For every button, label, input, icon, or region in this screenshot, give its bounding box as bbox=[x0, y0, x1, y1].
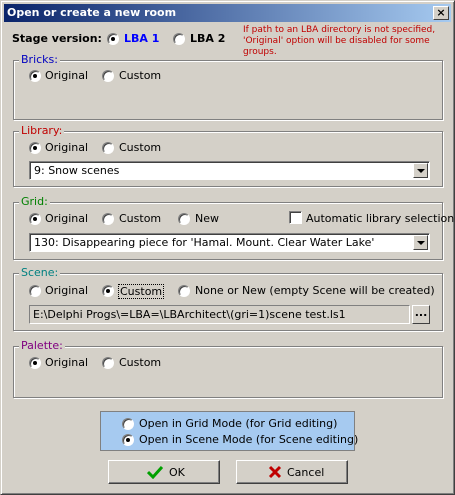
library-group-label: Library: bbox=[19, 124, 65, 137]
stage-lba1-radio[interactable] bbox=[107, 33, 119, 45]
palette-group: Palette: bbox=[13, 339, 443, 398]
stage-note: If path to an LBA directory is not speci… bbox=[243, 25, 436, 57]
palette-custom-radio[interactable] bbox=[102, 357, 114, 369]
grid-new-label[interactable]: New bbox=[195, 212, 219, 225]
mode-scene-radio[interactable] bbox=[122, 434, 134, 446]
bricks-custom-label[interactable]: Custom bbox=[119, 69, 161, 82]
bricks-original-label[interactable]: Original bbox=[45, 69, 88, 82]
stage-version-label: Stage version: bbox=[12, 32, 102, 45]
close-icon[interactable]: × bbox=[433, 6, 449, 20]
stage-lba1-label[interactable]: LBA 1 bbox=[124, 32, 159, 45]
palette-original-radio[interactable] bbox=[29, 357, 41, 369]
grid-select[interactable]: 130: Disappearing piece for 'Hamal. Moun… bbox=[29, 233, 430, 252]
mode-grid-radio[interactable] bbox=[122, 418, 134, 430]
ok-button[interactable]: OK bbox=[108, 460, 220, 484]
scene-group-label: Scene: bbox=[19, 266, 61, 279]
cancel-button[interactable]: Cancel bbox=[236, 460, 348, 484]
bricks-original-radio[interactable] bbox=[29, 70, 41, 82]
palette-original-label[interactable]: Original bbox=[45, 356, 88, 369]
chevron-down-icon[interactable] bbox=[413, 163, 428, 178]
scene-original-label[interactable]: Original bbox=[45, 284, 88, 297]
library-original-label[interactable]: Original bbox=[45, 141, 88, 154]
close-icon bbox=[268, 465, 282, 479]
grid-group-label: Grid: bbox=[19, 195, 50, 208]
chevron-down-icon[interactable] bbox=[413, 235, 428, 250]
scene-custom-label[interactable]: Custom bbox=[118, 284, 165, 299]
bricks-custom-radio[interactable] bbox=[102, 70, 114, 82]
auto-library-label[interactable]: Automatic library selection bbox=[306, 212, 454, 225]
grid-select-value: 130: Disappearing piece for 'Hamal. Moun… bbox=[34, 236, 375, 249]
stage-lba2-label[interactable]: LBA 2 bbox=[190, 32, 225, 45]
mode-scene-label[interactable]: Open in Scene Mode (for Scene editing) bbox=[139, 433, 358, 446]
palette-custom-label[interactable]: Custom bbox=[119, 356, 161, 369]
ok-button-label: OK bbox=[169, 466, 185, 479]
auto-library-checkbox[interactable] bbox=[289, 211, 302, 224]
bricks-group-label: Bricks: bbox=[19, 53, 60, 66]
library-custom-label[interactable]: Custom bbox=[119, 141, 161, 154]
library-select[interactable]: 9: Snow scenes bbox=[29, 161, 430, 180]
mode-grid-label[interactable]: Open in Grid Mode (for Grid editing) bbox=[139, 417, 337, 430]
grid-original-radio[interactable] bbox=[29, 213, 41, 225]
library-select-value: 9: Snow scenes bbox=[34, 164, 120, 177]
scene-path-value: E:\Delphi Progs\=LBA=\LBArchitect\(gri=1… bbox=[33, 308, 346, 321]
scene-none-radio[interactable] bbox=[178, 285, 190, 297]
scene-none-label[interactable]: None or New (empty Scene will be created… bbox=[195, 284, 435, 297]
cancel-button-label: Cancel bbox=[287, 466, 325, 479]
library-custom-radio[interactable] bbox=[102, 142, 114, 154]
scene-original-radio[interactable] bbox=[29, 285, 41, 297]
stage-lba2-radio[interactable] bbox=[173, 33, 185, 45]
grid-custom-radio[interactable] bbox=[102, 213, 114, 225]
scene-path-field[interactable]: E:\Delphi Progs\=LBA=\LBArchitect\(gri=1… bbox=[29, 305, 410, 324]
dialog-window: Open or create a new room × Stage versio… bbox=[0, 0, 455, 495]
scene-custom-radio[interactable] bbox=[102, 285, 114, 297]
grid-original-label[interactable]: Original bbox=[45, 212, 88, 225]
grid-custom-label[interactable]: Custom bbox=[119, 212, 161, 225]
palette-group-label: Palette: bbox=[19, 339, 65, 352]
check-icon bbox=[147, 465, 163, 479]
grid-new-radio[interactable] bbox=[178, 213, 190, 225]
title-bar: Open or create a new room × bbox=[4, 4, 451, 22]
library-original-radio[interactable] bbox=[29, 142, 41, 154]
window-title: Open or create a new room bbox=[7, 6, 177, 19]
browse-button[interactable]: ... bbox=[412, 305, 430, 324]
